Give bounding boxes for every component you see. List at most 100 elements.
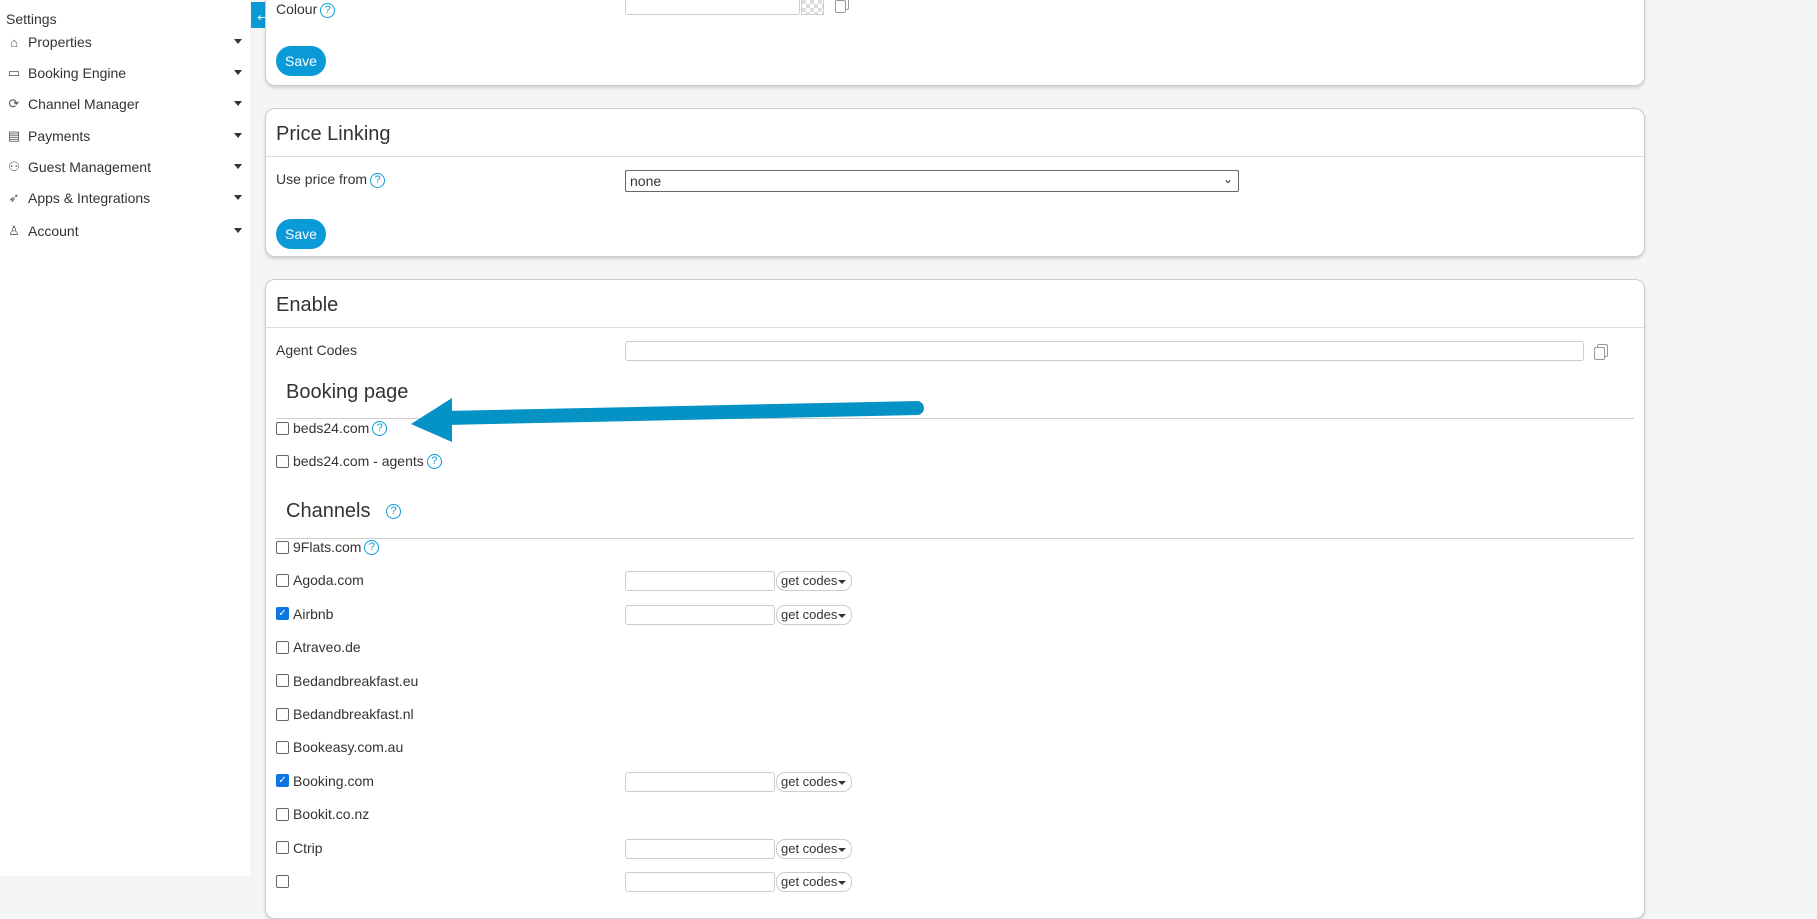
channel-option: ✓ Booking.com <box>276 771 374 791</box>
sidebar-item-label: Booking Engine <box>28 65 127 81</box>
channel-option: Agoda.com <box>276 570 364 590</box>
channels-title: Channels <box>286 500 371 522</box>
sidebar-item-properties[interactable]: ⌂ Properties <box>6 30 246 54</box>
checkbox[interactable] <box>276 707 289 721</box>
checkbox[interactable] <box>276 841 289 855</box>
channel-option <box>276 871 293 891</box>
sidebar-item-label: Apps & Integrations <box>28 190 151 206</box>
help-icon[interactable]: ? <box>370 172 386 188</box>
get-codes-button[interactable]: get codes <box>776 838 852 859</box>
channel-option: Bedandbreakfast.nl <box>276 704 414 724</box>
sidebar-item-label: Payments <box>28 128 91 144</box>
channel-code-input[interactable] <box>625 872 775 892</box>
sidebar-item-account[interactable]: ♙ Account <box>6 219 246 243</box>
sidebar: Settings ⌂ Properties ▭ Booking Engine ⟳ Chan… <box>0 0 250 876</box>
sidebar-item-label: Channel Manager <box>28 96 140 112</box>
use-price-from-select[interactable]: none ⌄ <box>625 170 1239 192</box>
caret-down-icon <box>234 101 242 106</box>
channel-label: Ctrip <box>293 839 323 856</box>
checkbox[interactable] <box>276 740 289 754</box>
booking-page-option: beds24.com - agents? <box>276 451 442 471</box>
help-icon[interactable]: ? <box>386 504 402 520</box>
booking-page-heading: Booking page <box>286 381 409 403</box>
checkbox[interactable] <box>276 540 289 554</box>
checkbox[interactable] <box>276 874 289 888</box>
caret-down-icon <box>234 164 242 169</box>
help-icon[interactable]: ? <box>364 539 380 555</box>
caret-down-icon <box>234 228 242 233</box>
sidebar-item-channel-manager[interactable]: ⟳ Channel Manager <box>6 92 246 116</box>
caret-down-icon <box>234 195 242 200</box>
channel-label: Airbnb <box>293 605 334 622</box>
monitor-icon: ▭ <box>7 65 21 80</box>
colour-input[interactable] <box>625 0 800 15</box>
sidebar-item-guest-management[interactable]: ⚇ Guest Management <box>6 155 246 179</box>
agent-codes-label: Agent Codes <box>276 342 357 358</box>
channel-code-input[interactable] <box>625 571 775 592</box>
checkbox[interactable]: ✓ <box>276 774 289 788</box>
save-button[interactable]: Save <box>276 46 326 76</box>
channel-label: Bedandbreakfast.nl <box>293 706 414 722</box>
rocket-icon: ➶ <box>8 190 20 205</box>
enable-card: Enable Agent Codes Booking page beds24.c… <box>265 279 1645 919</box>
divider <box>276 538 1634 539</box>
color-picker-swatch[interactable] <box>801 0 824 15</box>
checkbox[interactable] <box>276 807 289 821</box>
caret-down-icon <box>234 133 242 138</box>
channel-option: Bookeasy.com.au <box>276 737 403 757</box>
user-icon: ♙ <box>8 223 20 238</box>
sidebar-item-apps-integrations[interactable]: ➶ Apps & Integrations <box>6 186 246 210</box>
help-icon[interactable]: ? <box>320 2 336 18</box>
divider <box>276 418 1634 419</box>
card-title: Price Linking <box>266 109 1644 157</box>
channel-label: 9Flats.com <box>293 539 362 555</box>
channel-label: Bookit.co.nz <box>293 806 370 823</box>
caret-down-icon <box>234 39 242 44</box>
caret-down-icon <box>234 70 242 75</box>
credit-card-icon: ▤ <box>7 128 21 143</box>
checkbox[interactable] <box>276 573 289 587</box>
checkbox[interactable] <box>276 640 289 654</box>
channel-label: Booking.com <box>293 772 374 789</box>
get-codes-button[interactable]: get codes <box>776 571 852 592</box>
sidebar-item-booking-engine[interactable]: ▭ Booking Engine <box>6 61 246 85</box>
channel-option: Atraveo.de <box>276 637 361 657</box>
channel-option: Bookit.co.nz <box>276 804 369 824</box>
copy-icon[interactable] <box>1594 344 1608 360</box>
save-button[interactable]: Save <box>276 219 326 249</box>
channel-option: Ctrip <box>276 838 323 858</box>
chevron-down-icon: ⌄ <box>1222 172 1233 186</box>
help-icon[interactable]: ? <box>372 420 388 436</box>
option-label: beds24.com <box>293 420 370 436</box>
channel-label: Bookeasy.com.au <box>293 739 404 756</box>
get-codes-button[interactable]: get codes <box>776 872 852 892</box>
channel-option: Bedandbreakfast.eu <box>276 671 418 691</box>
checkbox[interactable] <box>276 454 289 468</box>
colour-label: Colour <box>276 1 318 17</box>
select-value: none <box>630 173 662 189</box>
get-codes-button[interactable]: get codes <box>776 771 852 792</box>
channel-code-input[interactable] <box>625 771 775 792</box>
help-icon[interactable]: ? <box>426 453 442 469</box>
get-codes-button[interactable]: get codes <box>776 604 852 625</box>
checkbox[interactable]: ✓ <box>276 607 289 621</box>
users-icon: ⚇ <box>8 159 20 174</box>
channel-label: Bedandbreakfast.eu <box>293 672 419 689</box>
channel-label: Atraveo.de <box>293 639 361 656</box>
checkbox[interactable] <box>276 674 289 688</box>
channel-code-input[interactable] <box>625 838 775 859</box>
price-linking-card: Price Linking Use price from? none ⌄ Save <box>265 108 1645 257</box>
channel-label: Agoda.com <box>293 572 364 589</box>
sidebar-item-label: Properties <box>28 34 92 50</box>
copy-icon[interactable] <box>835 0 849 13</box>
sidebar-item-label: Guest Management <box>28 159 151 175</box>
channel-option: 9Flats.com? <box>276 537 380 557</box>
agent-codes-input[interactable] <box>625 341 1584 361</box>
option-label: beds24.com - agents <box>293 453 424 469</box>
channel-option: ✓ Airbnb <box>276 604 333 624</box>
sidebar-item-payments[interactable]: ▤ Payments <box>6 124 246 148</box>
channel-code-input[interactable] <box>625 604 775 625</box>
sidebar-title: Settings <box>6 11 57 27</box>
use-price-from-label: Use price from <box>276 171 368 187</box>
checkbox[interactable] <box>276 421 289 435</box>
